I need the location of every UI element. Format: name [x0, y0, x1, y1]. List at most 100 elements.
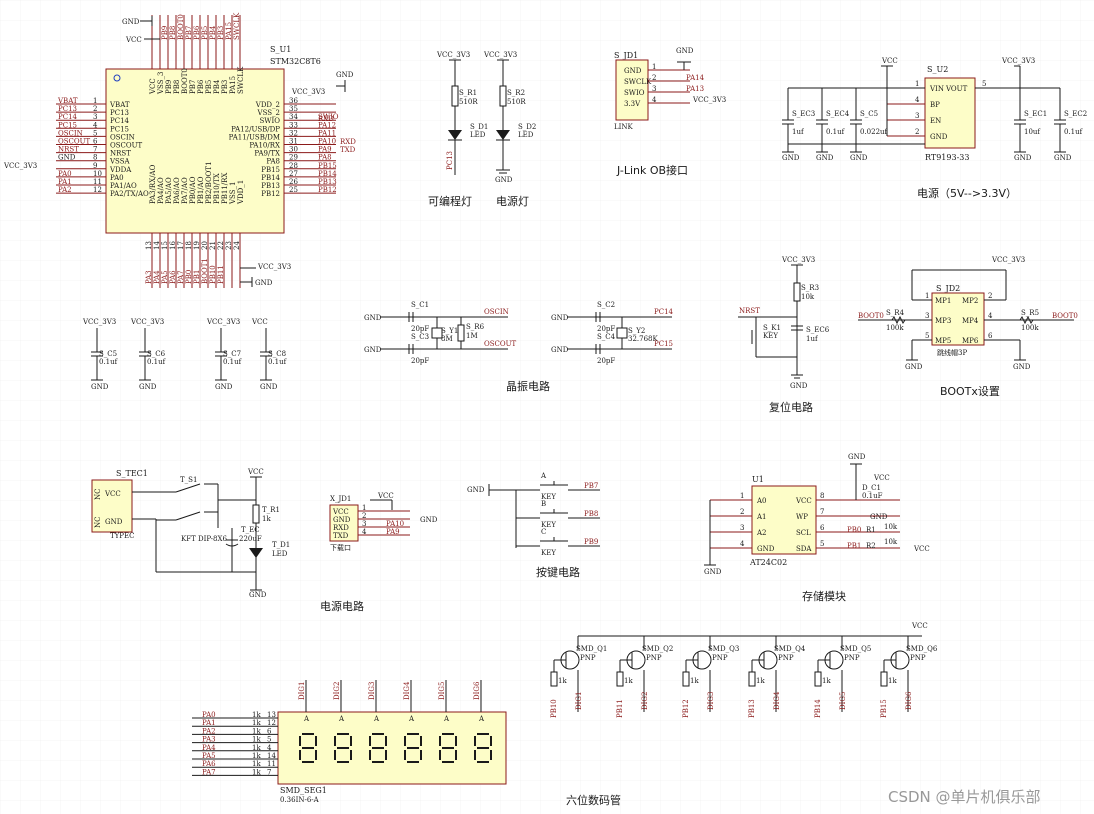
reg-pin-name: BP [930, 101, 940, 109]
reg-pin-num: 4 [915, 96, 920, 104]
q-base-net: PB12 [682, 699, 690, 718]
c1-ref: S_C1 [411, 301, 429, 309]
mcu-bottom-pin-num: 19 [193, 241, 201, 250]
mcu-left-pin-num: 1 [93, 97, 97, 105]
xtal2-gnd1: GND [551, 314, 569, 322]
eeprom-pin-name: GND [757, 545, 775, 553]
uart-pin-num: 4 [362, 528, 367, 536]
tec-gnd: GND [249, 591, 267, 599]
mcu-bot-vcc: VCC_3V3 [257, 263, 291, 271]
jlink-pin-num: 3 [652, 85, 656, 93]
tec-val: 220uF [239, 535, 262, 543]
mcu-rxd: RXD [318, 115, 334, 123]
mcu-bottom-net: PA5 [161, 270, 169, 284]
tec-ref: T_EC [241, 526, 260, 534]
boot-vcc: VCC_3V3 [991, 256, 1025, 264]
uart-pin-name: TXD [333, 532, 349, 540]
net-oscout: OSCOUT [484, 340, 517, 348]
seg-net: PA3 [202, 736, 216, 744]
mcu-left-pin-num: 10 [93, 170, 102, 178]
uart-pin-num: 1 [362, 504, 366, 512]
mcu-bottom-net: PA6 [169, 270, 177, 284]
seg-part: 0.36IN-6-A [280, 796, 320, 804]
digits-vcc: VCC [911, 622, 928, 630]
reg-pin-name: VIN [929, 85, 944, 93]
base-resistor [880, 671, 888, 687]
tec1-ref: S_TEC1 [116, 469, 148, 478]
mcu-right-pin-num: 33 [289, 121, 298, 129]
uart-name: 下载口 [330, 543, 351, 552]
mcu-bottom-pin-name: PB10/TX [213, 173, 221, 204]
net-oscin: OSCIN [484, 308, 509, 316]
c2-ref: S_C2 [597, 301, 615, 309]
mcu-bot-gnd: GND [255, 279, 273, 287]
reset-gnd: GND [790, 382, 808, 390]
c2-val: 20pF [597, 325, 615, 333]
eeprom-vcc2: VCC [913, 545, 930, 553]
q-base-net: PB10 [550, 699, 558, 718]
mcu-bottom-pin-num: 23 [225, 241, 233, 250]
mcu-ref: S_U1 [270, 45, 291, 54]
seg-net: PA5 [202, 752, 216, 760]
reset-net: NRST [739, 307, 760, 315]
mcu-bottom-pin-name: PB2/BOOT1 [205, 161, 213, 204]
mcu-top-pin-name: VCC [149, 78, 157, 95]
reg-cap-val: 1uf [792, 128, 805, 136]
eeprom-pin-name: WP [796, 513, 808, 521]
q-base-net: PB11 [616, 699, 624, 718]
mcu-top-pin-name: PB3 [221, 80, 229, 94]
decoup-ref: S_C8 [268, 350, 286, 358]
k1-val: KEY [763, 332, 778, 340]
mcu-left-pin-num: 6 [93, 138, 98, 146]
led1-vcc: VCC_3V3 [436, 51, 470, 59]
reg-ref: S_U2 [927, 65, 948, 74]
seg-dig-net: DIG5 [438, 682, 446, 700]
eeprom-pin-num: 8 [820, 492, 824, 500]
q-type: PNP [778, 654, 794, 662]
reg-cap-ref: S_EC2 [1064, 110, 1087, 118]
key-net: PB9 [584, 538, 598, 546]
boot-gnd2: GND [1013, 363, 1031, 371]
dc1-ref: D_C1 [862, 484, 881, 492]
boot-name: 跳线帽3P [937, 348, 967, 357]
reset-vcc: VCC_3V3 [781, 256, 815, 264]
q-ref: SMD_Q4 [774, 645, 806, 653]
reg-cap-ref: S_EC3 [792, 110, 815, 118]
eeprom-part: AT24C02 [749, 558, 787, 567]
mcu-top-net: SWCLK [233, 12, 241, 40]
boot-pin-name: MP1 [935, 297, 951, 305]
mcu-bottom-pin-name: PA7/AO [181, 177, 189, 204]
mcu-right-pin-num: 31 [289, 138, 298, 146]
mcu-left-net: PC13 [58, 105, 77, 113]
jlink-pin-name: GND [624, 67, 642, 75]
mcu-left-pin-name: PA0 [110, 174, 124, 182]
mcu-top-pin-name: PB6 [197, 79, 205, 94]
eeprom-ref: U1 [752, 475, 764, 484]
jlink-pin-name: SWIO [624, 89, 645, 97]
mcu-top-pin-name: PB9 [165, 80, 173, 94]
mcu-right-net: PA10 [318, 138, 336, 146]
eeprom-pin-num: 4 [740, 540, 745, 548]
d2-ref: S_D2 [518, 123, 536, 131]
jlink-net: VCC_3V3 [692, 96, 726, 104]
mcu-top-net: PA15 [225, 22, 233, 40]
eeprom-pin-num: 2 [740, 508, 744, 516]
mcu-left-pin-name: PC14 [110, 117, 130, 125]
sw-ref: T_S1 [180, 476, 197, 484]
mcu-right-pin-name: PB13 [261, 182, 280, 190]
key-net: PB8 [584, 510, 598, 518]
mcu-bottom-pin-num: 16 [169, 241, 177, 250]
decoup-val: 0.1uf [147, 358, 167, 366]
mcu-bottom-pin-num: 15 [161, 241, 169, 250]
rb-val: 1k [756, 677, 765, 685]
decoup-vcc: VCC_3V3 [130, 318, 164, 326]
boot-net-r: BOOT0 [1052, 312, 1078, 320]
led1-caption: 可编程灯 [428, 194, 472, 208]
mcu-left-pin-name: OSCIN [110, 133, 135, 141]
reg-pin-num: 1 [915, 80, 919, 88]
mcu-right-pin-num: 26 [289, 178, 298, 186]
jlink-pin-name: SWCLK [624, 78, 652, 86]
seg-net: PA4 [202, 744, 216, 752]
reset-caption: 复位电路 [769, 400, 813, 414]
net-pc14: PC14 [654, 308, 674, 316]
